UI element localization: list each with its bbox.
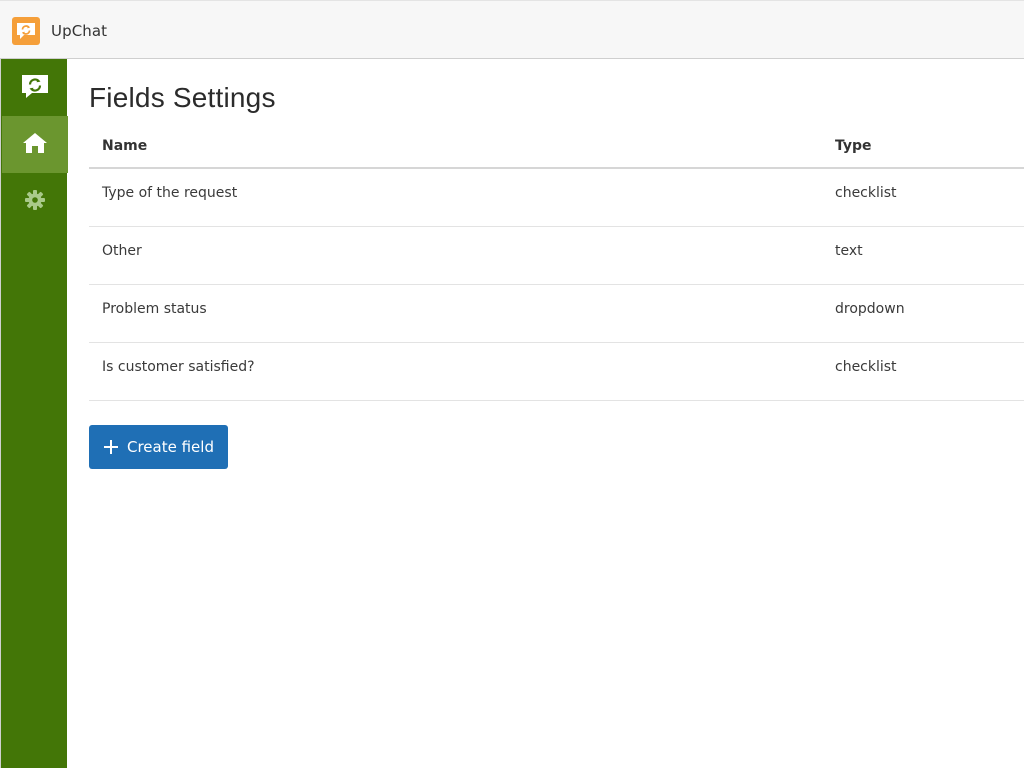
chat-bubble-refresh-icon — [20, 73, 50, 103]
field-name: Other — [102, 243, 142, 259]
app-logo-icon[interactable] — [12, 17, 40, 45]
app-name: UpChat — [51, 22, 108, 40]
field-type: text — [835, 243, 863, 259]
table-row[interactable]: Problem status dropdown — [89, 285, 1024, 343]
plus-icon — [103, 439, 119, 455]
sidebar-item-home[interactable] — [2, 116, 68, 173]
table-row[interactable]: Is customer satisfied? checklist — [89, 343, 1024, 401]
page-title: Fields Settings — [89, 82, 276, 113]
field-name: Problem status — [102, 301, 207, 317]
column-header-type: Type — [835, 138, 872, 154]
table-header: Name Type — [89, 117, 1024, 169]
field-type: dropdown — [835, 301, 905, 317]
column-header-name: Name — [102, 138, 148, 154]
fields-table: Name Type Type of the request checklist … — [89, 117, 1024, 401]
sidebar-item-settings[interactable] — [2, 173, 68, 230]
create-field-label: Create field — [127, 438, 214, 456]
table-row[interactable]: Other text — [89, 227, 1024, 285]
gear-icon — [24, 189, 46, 215]
top-bar: UpChat — [0, 0, 1024, 59]
field-name: Is customer satisfied? — [102, 359, 255, 375]
field-name: Type of the request — [102, 185, 238, 201]
app-window: UpChat Fields Settings Name Type Type of… — [0, 0, 1024, 768]
create-field-button[interactable]: Create field — [89, 425, 228, 469]
field-type: checklist — [835, 359, 897, 375]
sidebar — [0, 59, 68, 768]
field-type: checklist — [835, 185, 897, 201]
table-row[interactable]: Type of the request checklist — [89, 169, 1024, 227]
home-icon — [22, 132, 48, 158]
sidebar-item-brand[interactable] — [2, 59, 68, 116]
